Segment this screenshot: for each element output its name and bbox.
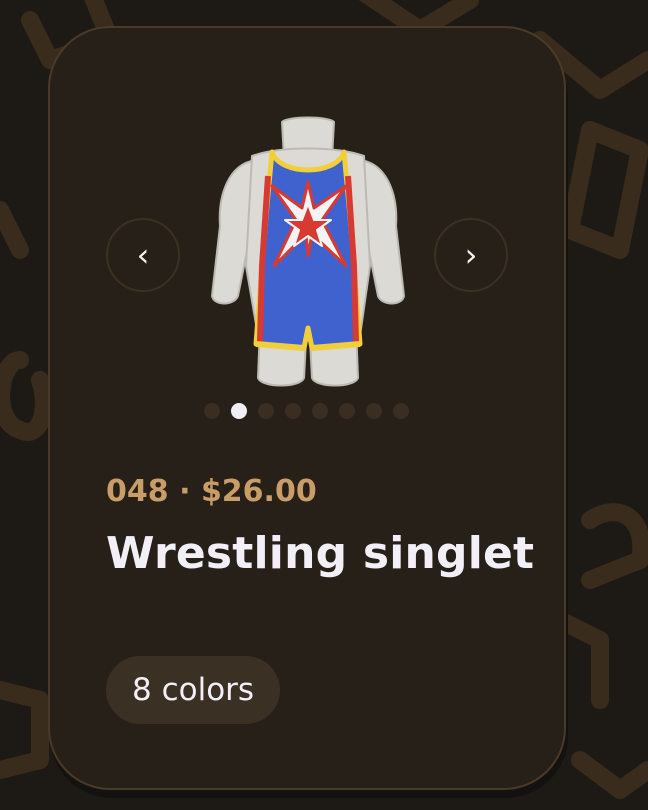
carousel-dot[interactable] [339, 403, 355, 419]
wrestling-singlet-image [210, 116, 406, 387]
item-number: 048 [106, 474, 169, 509]
carousel-dot[interactable] [393, 403, 409, 419]
product-card: ‹ › 048 · $26.00 Wrestling singlet 8 col… [48, 26, 566, 790]
chevron-right-icon: › [464, 236, 478, 274]
singlet [253, 149, 363, 351]
item-price: $26.00 [200, 474, 317, 509]
carousel-dot-active[interactable] [231, 403, 247, 419]
meta-separator: · [179, 474, 191, 509]
carousel-dot[interactable] [366, 403, 382, 419]
carousel-dot[interactable] [312, 403, 328, 419]
previous-image-button[interactable]: ‹ [106, 218, 180, 292]
colors-count-button[interactable]: 8 colors [106, 656, 281, 724]
carousel-dot[interactable] [204, 403, 220, 419]
chevron-left-icon: ‹ [136, 236, 150, 274]
carousel-dot[interactable] [258, 403, 274, 419]
item-name: Wrestling singlet [106, 528, 535, 579]
next-image-button[interactable]: › [434, 218, 508, 292]
item-meta: 048 · $26.00 [106, 474, 317, 509]
carousel-dot[interactable] [285, 403, 301, 419]
carousel-dots [204, 402, 409, 420]
